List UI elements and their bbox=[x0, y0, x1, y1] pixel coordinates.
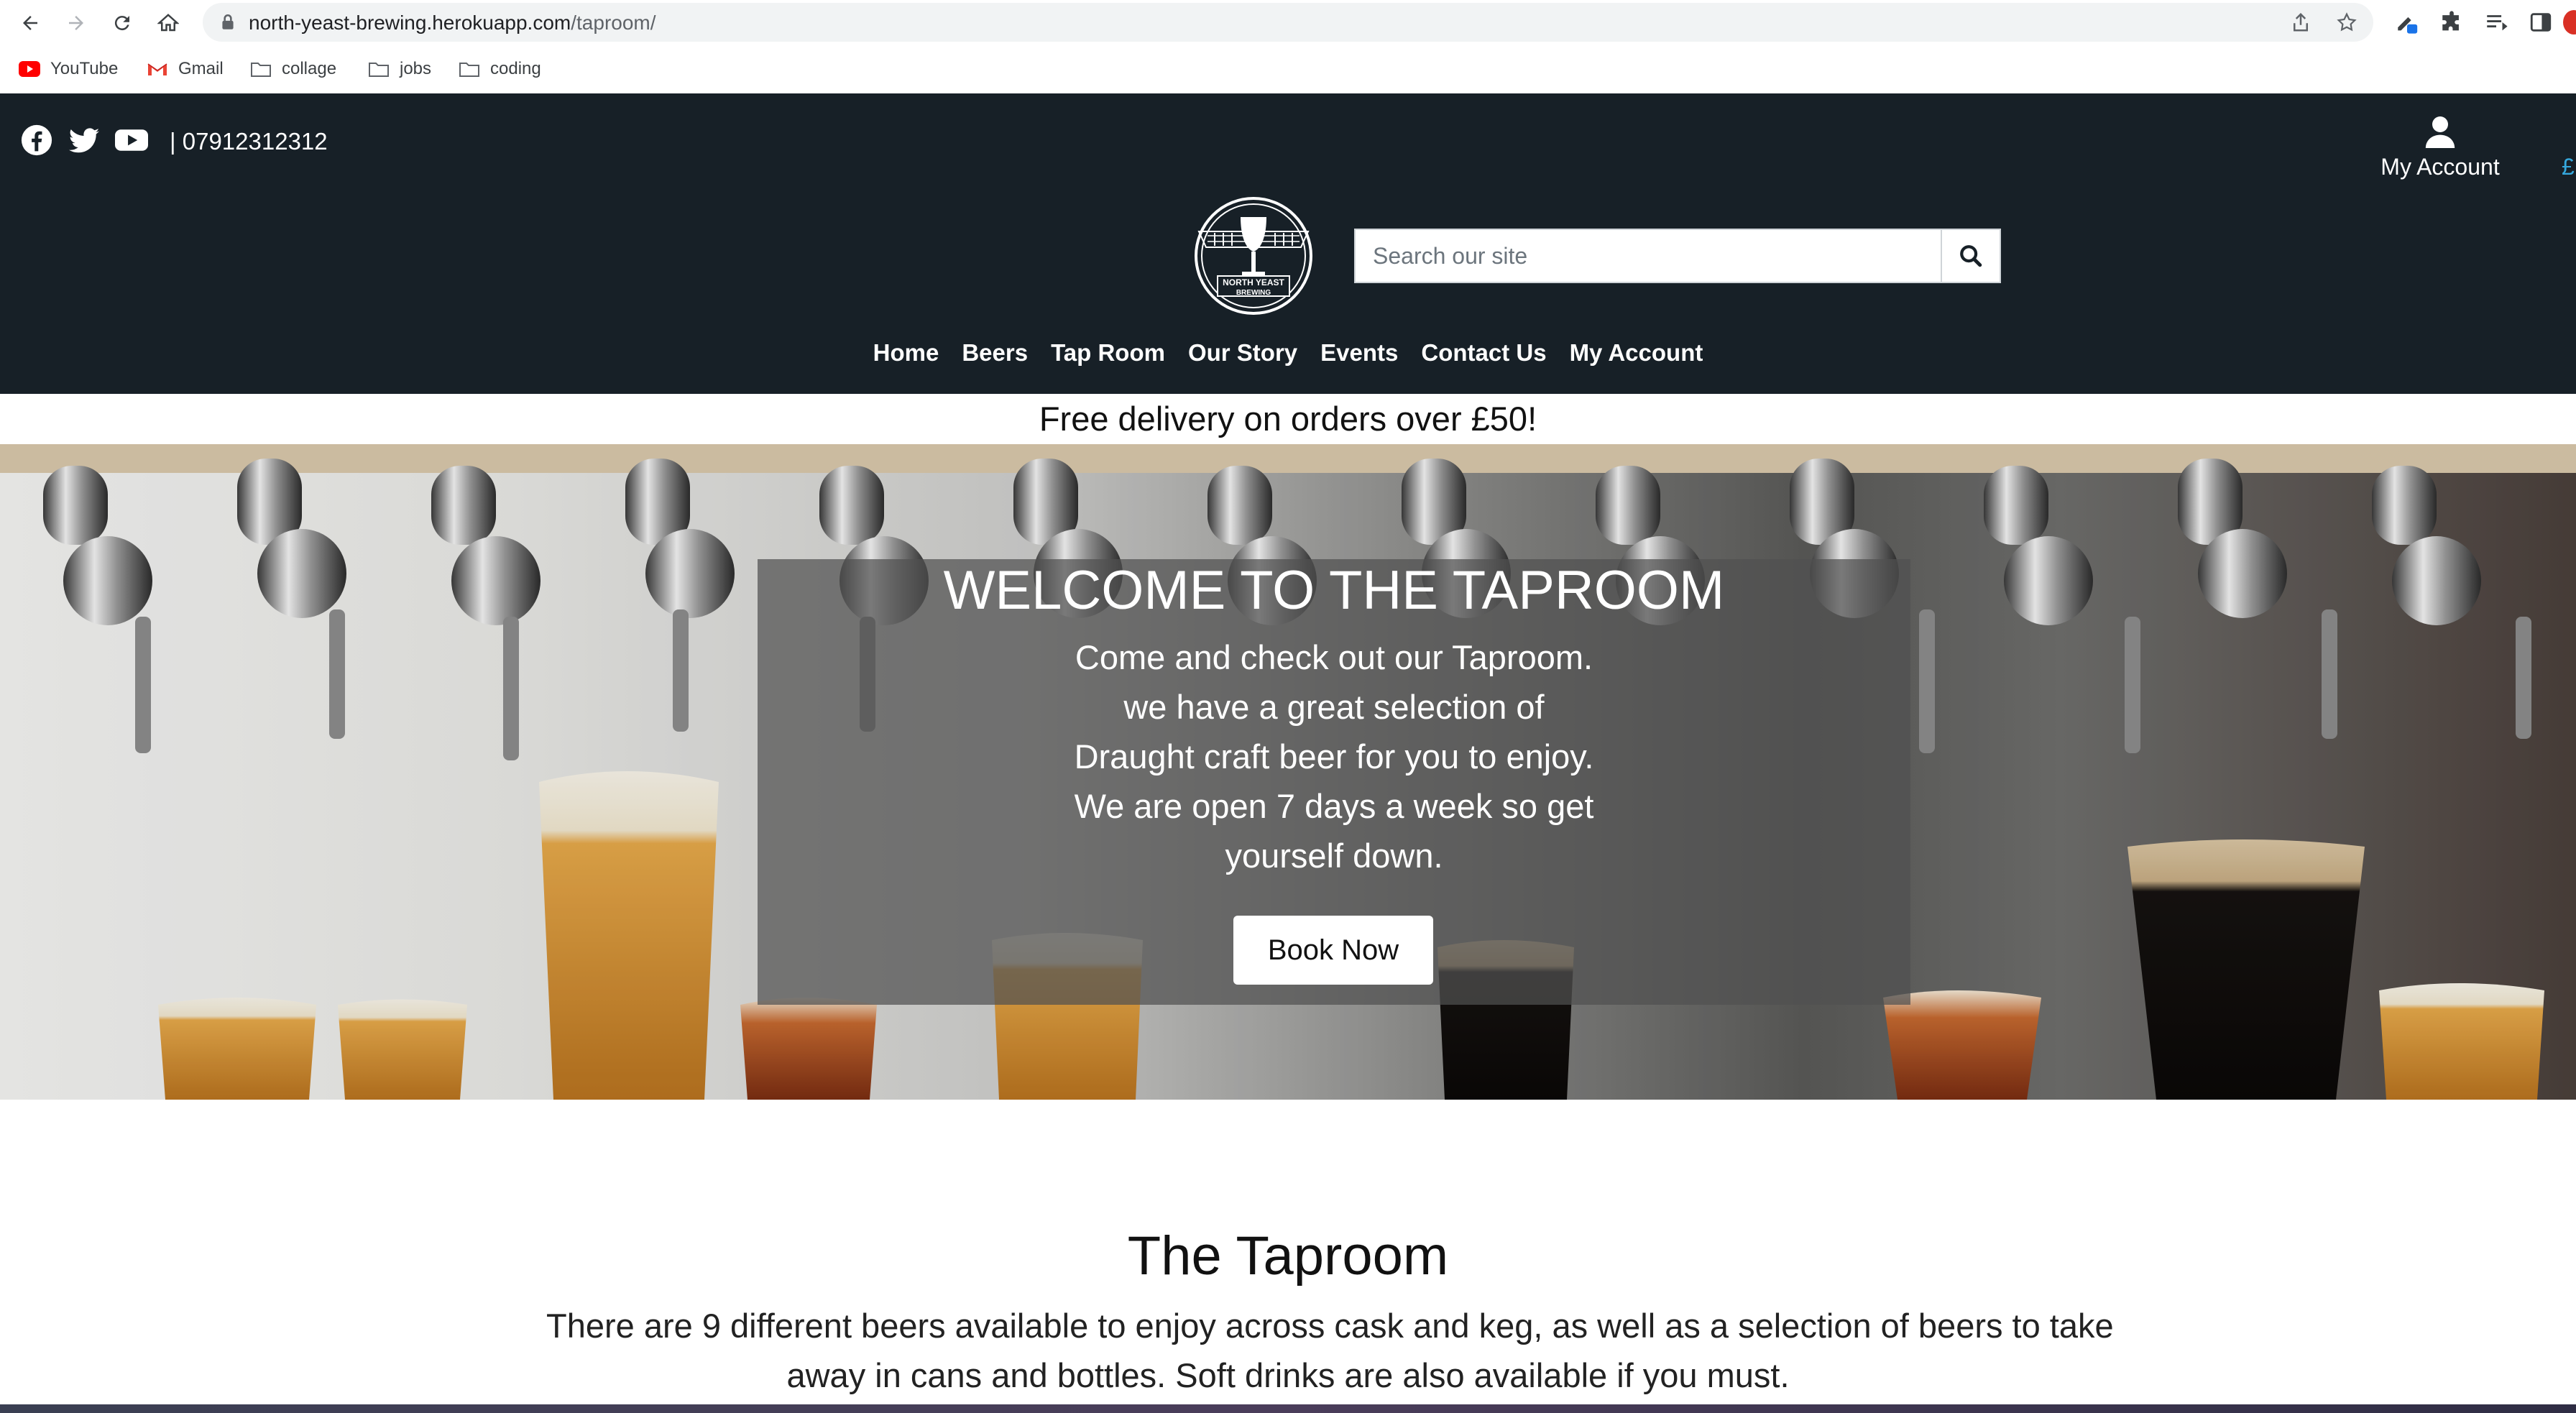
bookmark-coding[interactable]: coding bbox=[459, 55, 541, 83]
nav-events[interactable]: Events bbox=[1320, 339, 1398, 367]
nav-tap-room[interactable]: Tap Room bbox=[1051, 339, 1165, 367]
nav-beers[interactable]: Beers bbox=[962, 339, 1028, 367]
book-now-button[interactable]: Book Now bbox=[1233, 916, 1433, 985]
bookmarks-bar: YouTube Gmail collage jobs coding bbox=[0, 46, 2576, 93]
phone-number: | 07912312312 bbox=[170, 128, 328, 155]
folder-icon bbox=[251, 63, 271, 77]
search-icon bbox=[1960, 245, 1982, 267]
reading-list-icon[interactable] bbox=[2484, 10, 2508, 34]
facebook-icon[interactable] bbox=[20, 124, 53, 157]
my-account-link[interactable]: My Account bbox=[2372, 115, 2508, 180]
bag-total-peek[interactable]: £ bbox=[2562, 154, 2575, 180]
bookmark-youtube[interactable]: YouTube bbox=[19, 55, 118, 83]
my-account-label: My Account bbox=[2380, 154, 2500, 180]
home-button[interactable] bbox=[151, 6, 185, 40]
site-search bbox=[1354, 229, 2001, 283]
url-text: north-yeast-brewing.herokuapp.com/taproo… bbox=[249, 11, 656, 34]
bookmark-gmail[interactable]: Gmail bbox=[147, 55, 224, 83]
user-icon bbox=[2425, 116, 2455, 148]
youtube-icon[interactable] bbox=[115, 124, 148, 157]
extensions-puzzle-icon[interactable] bbox=[2439, 10, 2464, 34]
twitter-icon[interactable] bbox=[68, 124, 101, 157]
folder-icon bbox=[459, 63, 479, 77]
reload-icon bbox=[114, 16, 129, 31]
side-panel-icon[interactable] bbox=[2529, 10, 2553, 34]
free-delivery-banner: Free delivery on orders over £50! bbox=[0, 394, 2576, 444]
window-bottom-edge bbox=[0, 1404, 2576, 1413]
hero-description: Come and check out our Taproom. we have … bbox=[1074, 638, 1594, 875]
bookmark-star-icon[interactable] bbox=[2336, 11, 2358, 33]
extension-pen-icon[interactable] bbox=[2395, 10, 2419, 34]
nav-my-account[interactable]: My Account bbox=[1570, 339, 1703, 367]
reload-button[interactable] bbox=[105, 6, 139, 40]
section-description: There are 9 different beers available to… bbox=[546, 1307, 2114, 1394]
north-yeast-brewing-logo[interactable]: NORTH YEAST BREWING bbox=[1193, 195, 1314, 316]
section-title: The Taproom bbox=[1127, 1225, 1449, 1287]
arrow-left-icon bbox=[23, 16, 37, 30]
profile-avatar[interactable] bbox=[2563, 10, 2576, 34]
bookmark-jobs[interactable]: jobs bbox=[368, 55, 431, 83]
logo-text-bottom: BREWING bbox=[1236, 289, 1271, 297]
youtube-icon bbox=[19, 61, 40, 77]
nav-contact-us[interactable]: Contact Us bbox=[1421, 339, 1546, 367]
logo-text-top: NORTH YEAST bbox=[1223, 277, 1284, 287]
bookmark-collage[interactable]: collage bbox=[250, 55, 336, 83]
nav-our-story[interactable]: Our Story bbox=[1188, 339, 1297, 367]
lock-icon bbox=[222, 14, 234, 29]
browser-toolbar: north-yeast-brewing.herokuapp.com/taproo… bbox=[0, 0, 2576, 46]
forward-button[interactable] bbox=[59, 6, 93, 40]
search-input[interactable] bbox=[1356, 230, 1941, 282]
site-header: | 07912312312 My Account £ NORTH YEAST B… bbox=[0, 93, 2576, 394]
nav-home[interactable]: Home bbox=[873, 339, 939, 367]
main-navigation: Home Beers Tap Room Our Story Events Con… bbox=[0, 339, 2576, 367]
gmail-icon bbox=[147, 63, 167, 75]
back-button[interactable] bbox=[13, 6, 47, 40]
hero-title: WELCOME TO THE TAPROOM bbox=[943, 560, 1725, 621]
address-bar[interactable]: north-yeast-brewing.herokuapp.com/taproo… bbox=[203, 3, 2373, 42]
folder-icon bbox=[369, 63, 389, 77]
search-button[interactable] bbox=[1941, 230, 2000, 282]
arrow-right-icon bbox=[69, 16, 83, 30]
social-links bbox=[20, 124, 148, 157]
share-icon[interactable] bbox=[2290, 11, 2312, 33]
home-icon bbox=[157, 14, 179, 32]
